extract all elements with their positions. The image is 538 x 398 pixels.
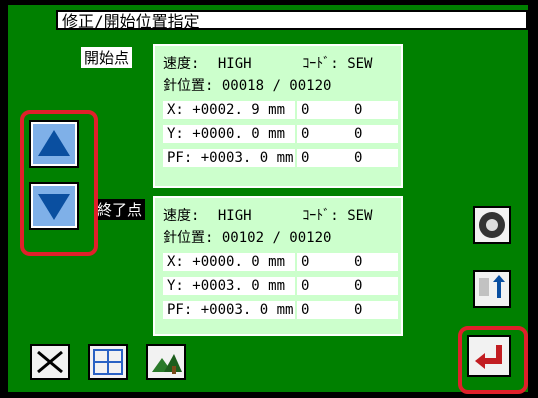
speed-row: 速度: HIGH ｺｰﾄﾞ: SEW	[163, 54, 372, 74]
start-point-label: 開始点	[81, 47, 133, 68]
window-frame: 修正/開始位置指定 開始点 終了点 速度: HIGH ｺｰﾄﾞ: SEW 針位置…	[0, 0, 538, 398]
x-offset-b: 0	[350, 253, 398, 271]
needle-value: 00102 / 00120	[221, 230, 332, 246]
needle-label: 針位置:	[163, 78, 214, 94]
x-offset-a: 0	[297, 253, 353, 271]
y-value: +0003. 0 mm	[192, 278, 286, 294]
x-offset-a: 0	[297, 101, 353, 119]
speed-value: HIGH	[217, 208, 252, 224]
landscape-button[interactable]	[146, 344, 186, 380]
pf-offset-b: 0	[350, 149, 398, 167]
y-offset-b: 0	[350, 277, 398, 295]
pf-offset-b: 0	[350, 301, 398, 319]
code-label: ｺｰﾄﾞ:	[302, 56, 339, 72]
x-value: +0002. 9 mm	[192, 102, 286, 118]
needle-row: 針位置: 00018 / 00120	[163, 76, 331, 96]
x-offset-b: 0	[350, 101, 398, 119]
rotate-gear-button[interactable]	[473, 206, 511, 244]
gear-icon	[479, 212, 505, 238]
pf-value: +0003. 0 mm	[200, 150, 294, 166]
needle-value: 00018 / 00120	[221, 78, 332, 94]
arrow-up-button[interactable]	[29, 120, 79, 168]
focus-button[interactable]	[88, 344, 128, 380]
pf-label: PF:	[167, 150, 193, 166]
needle-label: 針位置:	[163, 230, 214, 246]
close-icon	[37, 350, 63, 374]
focus-icon	[93, 349, 123, 375]
cancel-button[interactable]	[30, 344, 70, 380]
y-offset-a: 0	[297, 125, 353, 143]
arrow-up-icon	[33, 124, 75, 164]
pf-value: +0003. 0 mm	[200, 302, 294, 318]
speed-value: HIGH	[217, 56, 252, 72]
y-offset-b: 0	[350, 125, 398, 143]
enter-icon	[475, 345, 502, 369]
y-field: Y: +0003. 0 mm	[163, 277, 295, 295]
y-field: Y: +0000. 0 mm	[163, 125, 295, 143]
pf-offset-a: 0	[297, 301, 353, 319]
x-label: X:	[167, 102, 184, 118]
code-value: SEW	[347, 208, 373, 224]
pf-offset-a: 0	[297, 149, 353, 167]
y-label: Y:	[167, 278, 184, 294]
x-field: X: +0002. 9 mm	[163, 101, 295, 119]
origin-button[interactable]	[473, 270, 511, 308]
arrow-down-button[interactable]	[29, 182, 79, 230]
origin-icon	[479, 275, 505, 298]
x-field: X: +0000. 0 mm	[163, 253, 295, 271]
speed-label: 速度:	[163, 56, 200, 72]
y-label: Y:	[167, 126, 184, 142]
end-panel: 速度: HIGH ｺｰﾄﾞ: SEW 針位置: 00102 / 00120 X:…	[153, 196, 403, 336]
speed-label: 速度:	[163, 208, 200, 224]
pf-label: PF:	[167, 302, 193, 318]
page-title: 修正/開始位置指定	[56, 10, 528, 31]
pf-field: PF: +0003. 0 mm	[163, 149, 295, 167]
start-panel: 速度: HIGH ｺｰﾄﾞ: SEW 針位置: 00018 / 00120 X:…	[153, 44, 403, 188]
needle-row: 針位置: 00102 / 00120	[163, 228, 331, 248]
y-offset-a: 0	[297, 277, 353, 295]
x-value: +0000. 0 mm	[192, 254, 286, 270]
code-value: SEW	[347, 56, 373, 72]
enter-button[interactable]	[467, 335, 511, 377]
x-label: X:	[167, 254, 184, 270]
pf-field: PF: +0003. 0 mm	[163, 301, 295, 319]
y-value: +0000. 0 mm	[192, 126, 286, 142]
arrow-down-icon	[33, 186, 75, 226]
code-label: ｺｰﾄﾞ:	[302, 208, 339, 224]
speed-row: 速度: HIGH ｺｰﾄﾞ: SEW	[163, 206, 372, 226]
end-point-label: 終了点	[94, 199, 146, 220]
landscape-icon	[152, 354, 182, 374]
